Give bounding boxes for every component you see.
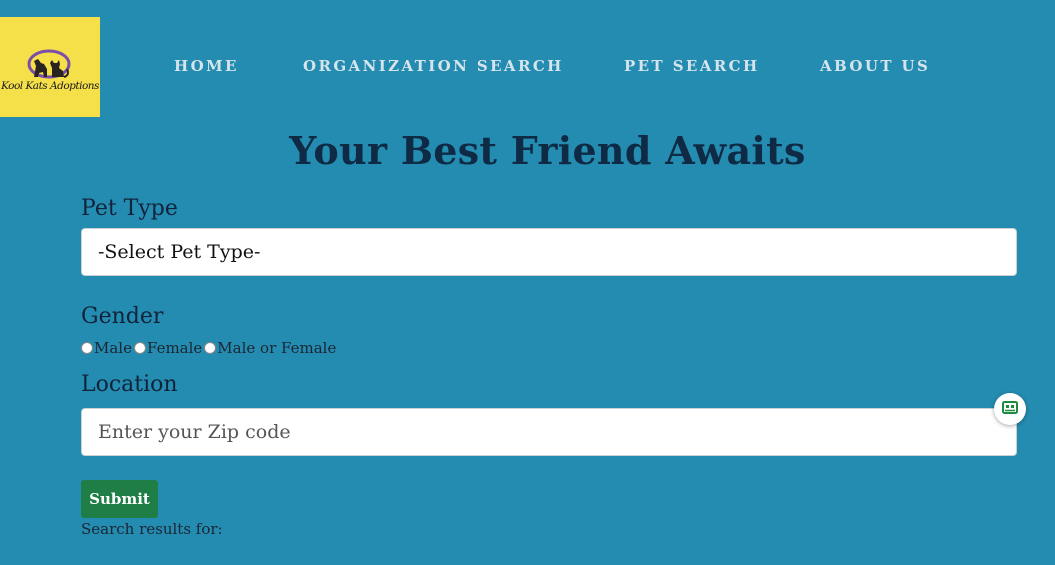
pet-type-select[interactable]: -Select Pet Type- xyxy=(81,228,1017,276)
gender-radio-either[interactable] xyxy=(204,342,217,354)
nav-about-us-link[interactable]: ABOUT US xyxy=(820,57,930,75)
logo[interactable]: Kool Kats Adoptions xyxy=(0,17,100,117)
search-results-label: Search results for: xyxy=(81,520,223,538)
nav-organization-search-link[interactable]: ORGANIZATION SEARCH xyxy=(303,57,564,75)
location-label: Location xyxy=(81,372,178,397)
chat-widget-button[interactable] xyxy=(994,393,1026,425)
robot-chat-icon xyxy=(1002,401,1018,414)
gender-radio-group: Male Female Male or Female xyxy=(81,339,338,357)
gender-option-either-label: Male or Female xyxy=(217,339,337,357)
pet-type-label: Pet Type xyxy=(81,196,178,221)
gender-radio-male[interactable] xyxy=(81,342,93,354)
page-title: Your Best Friend Awaits xyxy=(289,128,806,173)
gender-option-male-label: Male xyxy=(94,339,132,357)
logo-text: Kool Kats Adoptions xyxy=(1,80,99,92)
nav-home-link[interactable]: HOME xyxy=(174,57,239,75)
gender-option-female-label: Female xyxy=(146,339,203,357)
zip-code-input[interactable] xyxy=(81,408,1017,456)
logo-pets-icon xyxy=(27,49,71,79)
gender-radio-female[interactable] xyxy=(133,342,146,354)
nav-pet-search-link[interactable]: PET SEARCH xyxy=(624,57,760,75)
submit-button[interactable]: Submit xyxy=(81,480,158,518)
gender-label: Gender xyxy=(81,304,164,329)
